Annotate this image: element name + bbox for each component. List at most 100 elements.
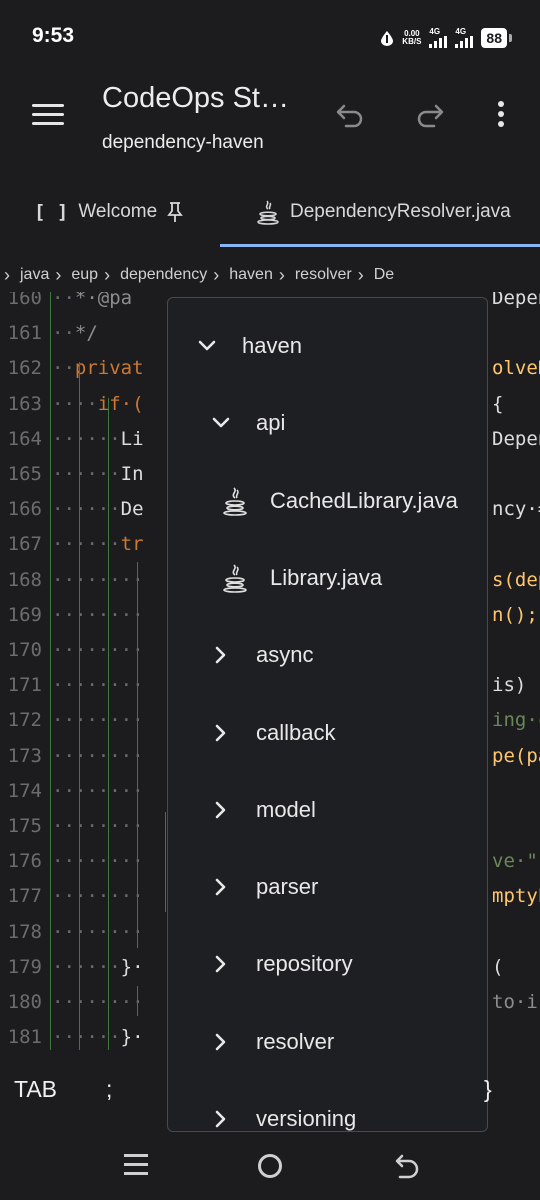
line-number: 161 xyxy=(7,322,42,345)
line-number: 168 xyxy=(7,568,42,591)
indent-guide xyxy=(137,986,138,1016)
tree-item-async[interactable]: async xyxy=(168,635,487,675)
brace-key[interactable]: } xyxy=(484,1076,492,1103)
code-text-fragment: ing·c xyxy=(492,709,540,732)
code-text: ········ xyxy=(52,568,144,591)
code-text: ········ xyxy=(52,709,144,732)
line-number: 177 xyxy=(7,885,42,908)
tree-item-callback[interactable]: callback xyxy=(168,713,487,753)
tab-welcome[interactable]: [ ] Welcome xyxy=(34,176,183,248)
tree-item-resolver[interactable]: resolver xyxy=(168,1022,487,1062)
back-icon[interactable] xyxy=(394,1152,420,1180)
code-text-fragment: ( xyxy=(492,955,504,978)
project-name: dependency-haven xyxy=(102,132,264,153)
code-text: ········ xyxy=(52,779,144,802)
line-number: 178 xyxy=(7,920,42,943)
tree-item-label: async xyxy=(256,642,314,668)
code-text: ········ xyxy=(52,744,144,767)
symbol-keys-bar: TAB ; } xyxy=(0,1060,540,1126)
tree-item-parser[interactable]: parser xyxy=(168,867,487,907)
pin-icon[interactable] xyxy=(167,201,183,223)
breadcrumb-item[interactable]: java xyxy=(20,266,49,284)
code-text-fragment: pe(pa xyxy=(492,744,540,767)
code-text: ········ xyxy=(52,920,144,943)
code-text: ······In xyxy=(52,463,144,485)
more-options-icon[interactable] xyxy=(488,98,514,130)
tree-item-label: model xyxy=(256,796,316,822)
signal-2-label: 4G xyxy=(455,27,467,36)
tree-item-label: resolver xyxy=(256,1028,335,1054)
breadcrumb-item[interactable]: eup xyxy=(71,266,98,284)
app-title: CodeOps St… xyxy=(102,82,289,114)
code-text-fragment: to·i xyxy=(492,991,538,1013)
chevron-right-icon: › xyxy=(357,264,364,285)
code-text: ········ xyxy=(52,991,144,1013)
signal-bars-icon xyxy=(455,36,474,48)
code-text: ········ xyxy=(52,850,144,873)
tree-item-label: CachedLibrary.java xyxy=(270,487,458,513)
indent-guide xyxy=(50,292,51,1050)
breadcrumb-item[interactable]: haven xyxy=(229,266,273,284)
battery-tip xyxy=(509,34,512,42)
home-icon[interactable] xyxy=(258,1154,282,1178)
line-number: 167 xyxy=(7,533,42,556)
breadcrumb-item[interactable]: De xyxy=(374,266,394,284)
tree-item-label: callback xyxy=(256,719,336,745)
code-text: ······}· xyxy=(52,1026,144,1049)
chevron-right-icon xyxy=(210,1031,256,1053)
app-bar: CodeOps St… dependency-haven xyxy=(0,72,540,172)
breadcrumb-item[interactable]: dependency xyxy=(120,266,207,284)
tree-item-haven[interactable]: haven xyxy=(168,326,487,366)
chevron-right-icon xyxy=(210,799,256,821)
code-text: ······De xyxy=(52,498,144,521)
code-text: ······}· xyxy=(52,955,144,978)
breadcrumb-item[interactable]: resolver xyxy=(295,266,352,284)
chevron-right-icon: › xyxy=(104,264,111,285)
undo-icon[interactable] xyxy=(334,98,366,130)
signal-bars-icon xyxy=(429,36,448,48)
line-number: 181 xyxy=(7,1026,42,1049)
line-number: 164 xyxy=(7,427,42,450)
line-number: 175 xyxy=(7,815,42,837)
code-text: ········ xyxy=(52,639,144,661)
line-number: 172 xyxy=(7,709,42,732)
status-time: 9:53 xyxy=(32,24,75,47)
active-tab-indicator xyxy=(220,244,540,247)
chevron-down-icon xyxy=(210,412,256,434)
chevron-down-icon xyxy=(196,335,242,357)
tab-dependency-resolver[interactable]: DependencyResolver.java xyxy=(256,176,511,248)
code-text: ······tr xyxy=(52,533,144,556)
signal-2: 4G xyxy=(455,27,474,48)
brackets-icon: [ ] xyxy=(34,201,69,223)
java-icon xyxy=(257,200,279,225)
breadcrumb: › java › eup › dependency › haven › reso… xyxy=(0,258,540,292)
tree-item-repository[interactable]: repository xyxy=(168,944,487,984)
code-text: ··*·@pa xyxy=(52,292,133,309)
tree-item-model[interactable]: model xyxy=(168,790,487,830)
tree-item-cachedlibrary-java[interactable]: CachedLibrary.java xyxy=(168,481,487,521)
tree-item-library-java[interactable]: Library.java xyxy=(168,558,487,598)
code-text-fragment: mptyL xyxy=(492,885,540,908)
tab-key[interactable]: TAB xyxy=(14,1076,57,1103)
system-nav-bar xyxy=(0,1130,540,1200)
line-number: 165 xyxy=(7,463,42,485)
code-text: ········ xyxy=(52,603,144,626)
tree-item-label: parser xyxy=(256,874,319,900)
code-text: ········ xyxy=(52,885,144,908)
network-speed-unit: KB/S xyxy=(402,37,422,46)
status-icons: 0.00 KB/S 4G 4G 88 xyxy=(380,26,512,50)
code-text-fragment: { xyxy=(492,392,504,415)
line-number: 179 xyxy=(7,955,42,978)
redo-icon[interactable] xyxy=(414,98,446,130)
java-icon xyxy=(222,563,270,593)
code-text-fragment: s(dep xyxy=(492,568,540,591)
recent-apps-icon[interactable] xyxy=(124,1154,148,1176)
chevron-right-icon: › xyxy=(278,264,285,285)
semicolon-key[interactable]: ; xyxy=(106,1076,112,1103)
indent-guide xyxy=(79,362,80,1050)
menu-icon[interactable] xyxy=(32,104,64,128)
code-text: ····if·( xyxy=(52,392,144,415)
tree-item-api[interactable]: api xyxy=(168,403,487,443)
line-number: 174 xyxy=(7,779,42,802)
tree-item-label: api xyxy=(256,410,286,436)
